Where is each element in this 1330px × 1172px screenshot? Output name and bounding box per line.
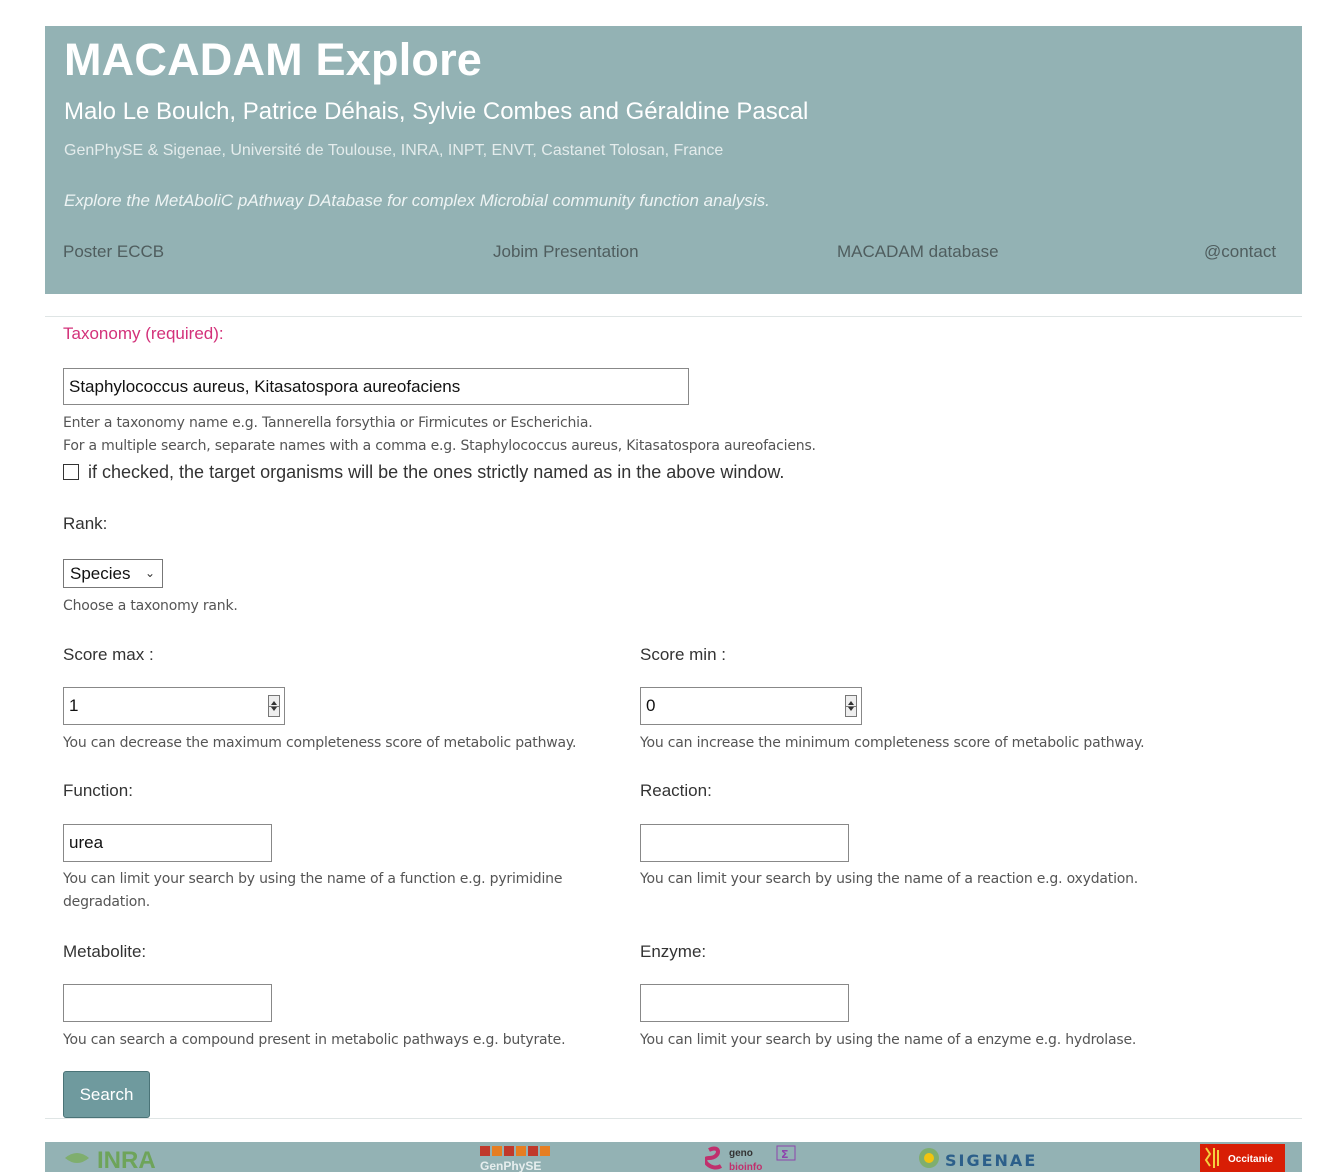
rank-help: Choose a taxonomy rank. bbox=[63, 598, 238, 614]
taxonomy-help: Enter a taxonomy name e.g. Tannerella fo… bbox=[63, 415, 593, 431]
metabolite-label: Metabolite: bbox=[63, 942, 147, 961]
strict-name-label: if checked, the target organisms will be… bbox=[88, 462, 785, 482]
nav-jobim-presentation[interactable]: Jobim Presentation bbox=[493, 242, 639, 262]
svg-text:Occitanie: Occitanie bbox=[1228, 1154, 1273, 1165]
site-header: MACADAM Explore Malo Le Boulch, Patrice … bbox=[45, 26, 1302, 294]
genphyse-logo[interactable]: GenPhySE bbox=[477, 1144, 557, 1172]
reaction-input[interactable] bbox=[640, 824, 849, 862]
page-title: MACADAM Explore bbox=[64, 34, 483, 85]
nav-macadam-database[interactable]: MACADAM database bbox=[837, 242, 999, 262]
enzyme-help: You can limit your search by using the n… bbox=[640, 1032, 1137, 1048]
enzyme-label: Enzyme: bbox=[640, 942, 707, 961]
function-input[interactable]: urea bbox=[63, 824, 272, 862]
score-min-value: 0 bbox=[646, 696, 656, 715]
search-button[interactable]: Search bbox=[63, 1071, 150, 1118]
svg-text:Σ: Σ bbox=[781, 1148, 789, 1161]
taxonomy-input[interactable]: Staphylococcus aureus, Kitasatospora aur… bbox=[63, 368, 689, 405]
enzyme-input[interactable] bbox=[640, 984, 849, 1022]
genotoul-bioinfo-logo[interactable]: geno bioinfo Σ bbox=[705, 1144, 805, 1172]
nav-contact[interactable]: @contact bbox=[1204, 242, 1276, 262]
spinner-icon[interactable] bbox=[845, 695, 857, 717]
sigenae-logo[interactable]: SIGENAE bbox=[915, 1144, 1045, 1172]
reaction-help: You can limit your search by using the n… bbox=[640, 871, 1139, 887]
inra-logo[interactable]: INRA bbox=[63, 1144, 158, 1172]
taxonomy-label: Taxonomy (required): bbox=[63, 324, 224, 343]
score-max-value: 1 bbox=[69, 696, 79, 715]
nav-poster-eccb[interactable]: Poster ECCB bbox=[63, 242, 164, 262]
metabolite-help: You can search a compound present in met… bbox=[63, 1032, 566, 1048]
rank-label: Rank: bbox=[63, 514, 108, 533]
rank-selected-value: Species bbox=[70, 564, 131, 583]
rank-select[interactable]: Species ⌄ bbox=[63, 559, 163, 588]
divider bbox=[45, 316, 1302, 317]
divider bbox=[45, 1118, 1302, 1119]
svg-text:SIGENAE: SIGENAE bbox=[945, 1151, 1037, 1170]
affiliation: GenPhySE & Sigenae, Université de Toulou… bbox=[64, 142, 724, 159]
score-min-help: You can increase the minimum completenes… bbox=[640, 735, 1145, 751]
occitanie-logo[interactable]: Occitanie bbox=[1200, 1144, 1285, 1172]
svg-text:INRA: INRA bbox=[97, 1147, 156, 1172]
strict-name-checkbox[interactable] bbox=[63, 464, 79, 480]
function-label: Function: bbox=[63, 781, 133, 800]
reaction-label: Reaction: bbox=[640, 781, 712, 800]
score-min-label: Score min : bbox=[640, 645, 726, 664]
score-max-label: Score max : bbox=[63, 645, 154, 664]
tagline: Explore the MetAboliC pAthway DAtabase f… bbox=[64, 191, 770, 210]
svg-text:bioinfo: bioinfo bbox=[729, 1162, 762, 1172]
metabolite-input[interactable] bbox=[63, 984, 272, 1022]
chevron-down-icon: ⌄ bbox=[144, 566, 155, 580]
taxonomy-help-multiple: For a multiple search, separate names wi… bbox=[63, 438, 816, 454]
svg-text:GenPhySE: GenPhySE bbox=[480, 1159, 541, 1172]
authors: Malo Le Boulch, Patrice Déhais, Sylvie C… bbox=[64, 98, 809, 125]
score-max-input[interactable]: 1 bbox=[63, 687, 285, 725]
spinner-icon[interactable] bbox=[268, 695, 280, 717]
score-max-help: You can decrease the maximum completenes… bbox=[63, 735, 577, 751]
footer-logos: INRA GenPhySE geno bioinfo Σ SIGENAE Occ… bbox=[45, 1142, 1302, 1172]
function-help: You can limit your search by using the n… bbox=[63, 871, 563, 910]
score-min-input[interactable]: 0 bbox=[640, 687, 862, 725]
svg-text:geno: geno bbox=[729, 1148, 753, 1159]
